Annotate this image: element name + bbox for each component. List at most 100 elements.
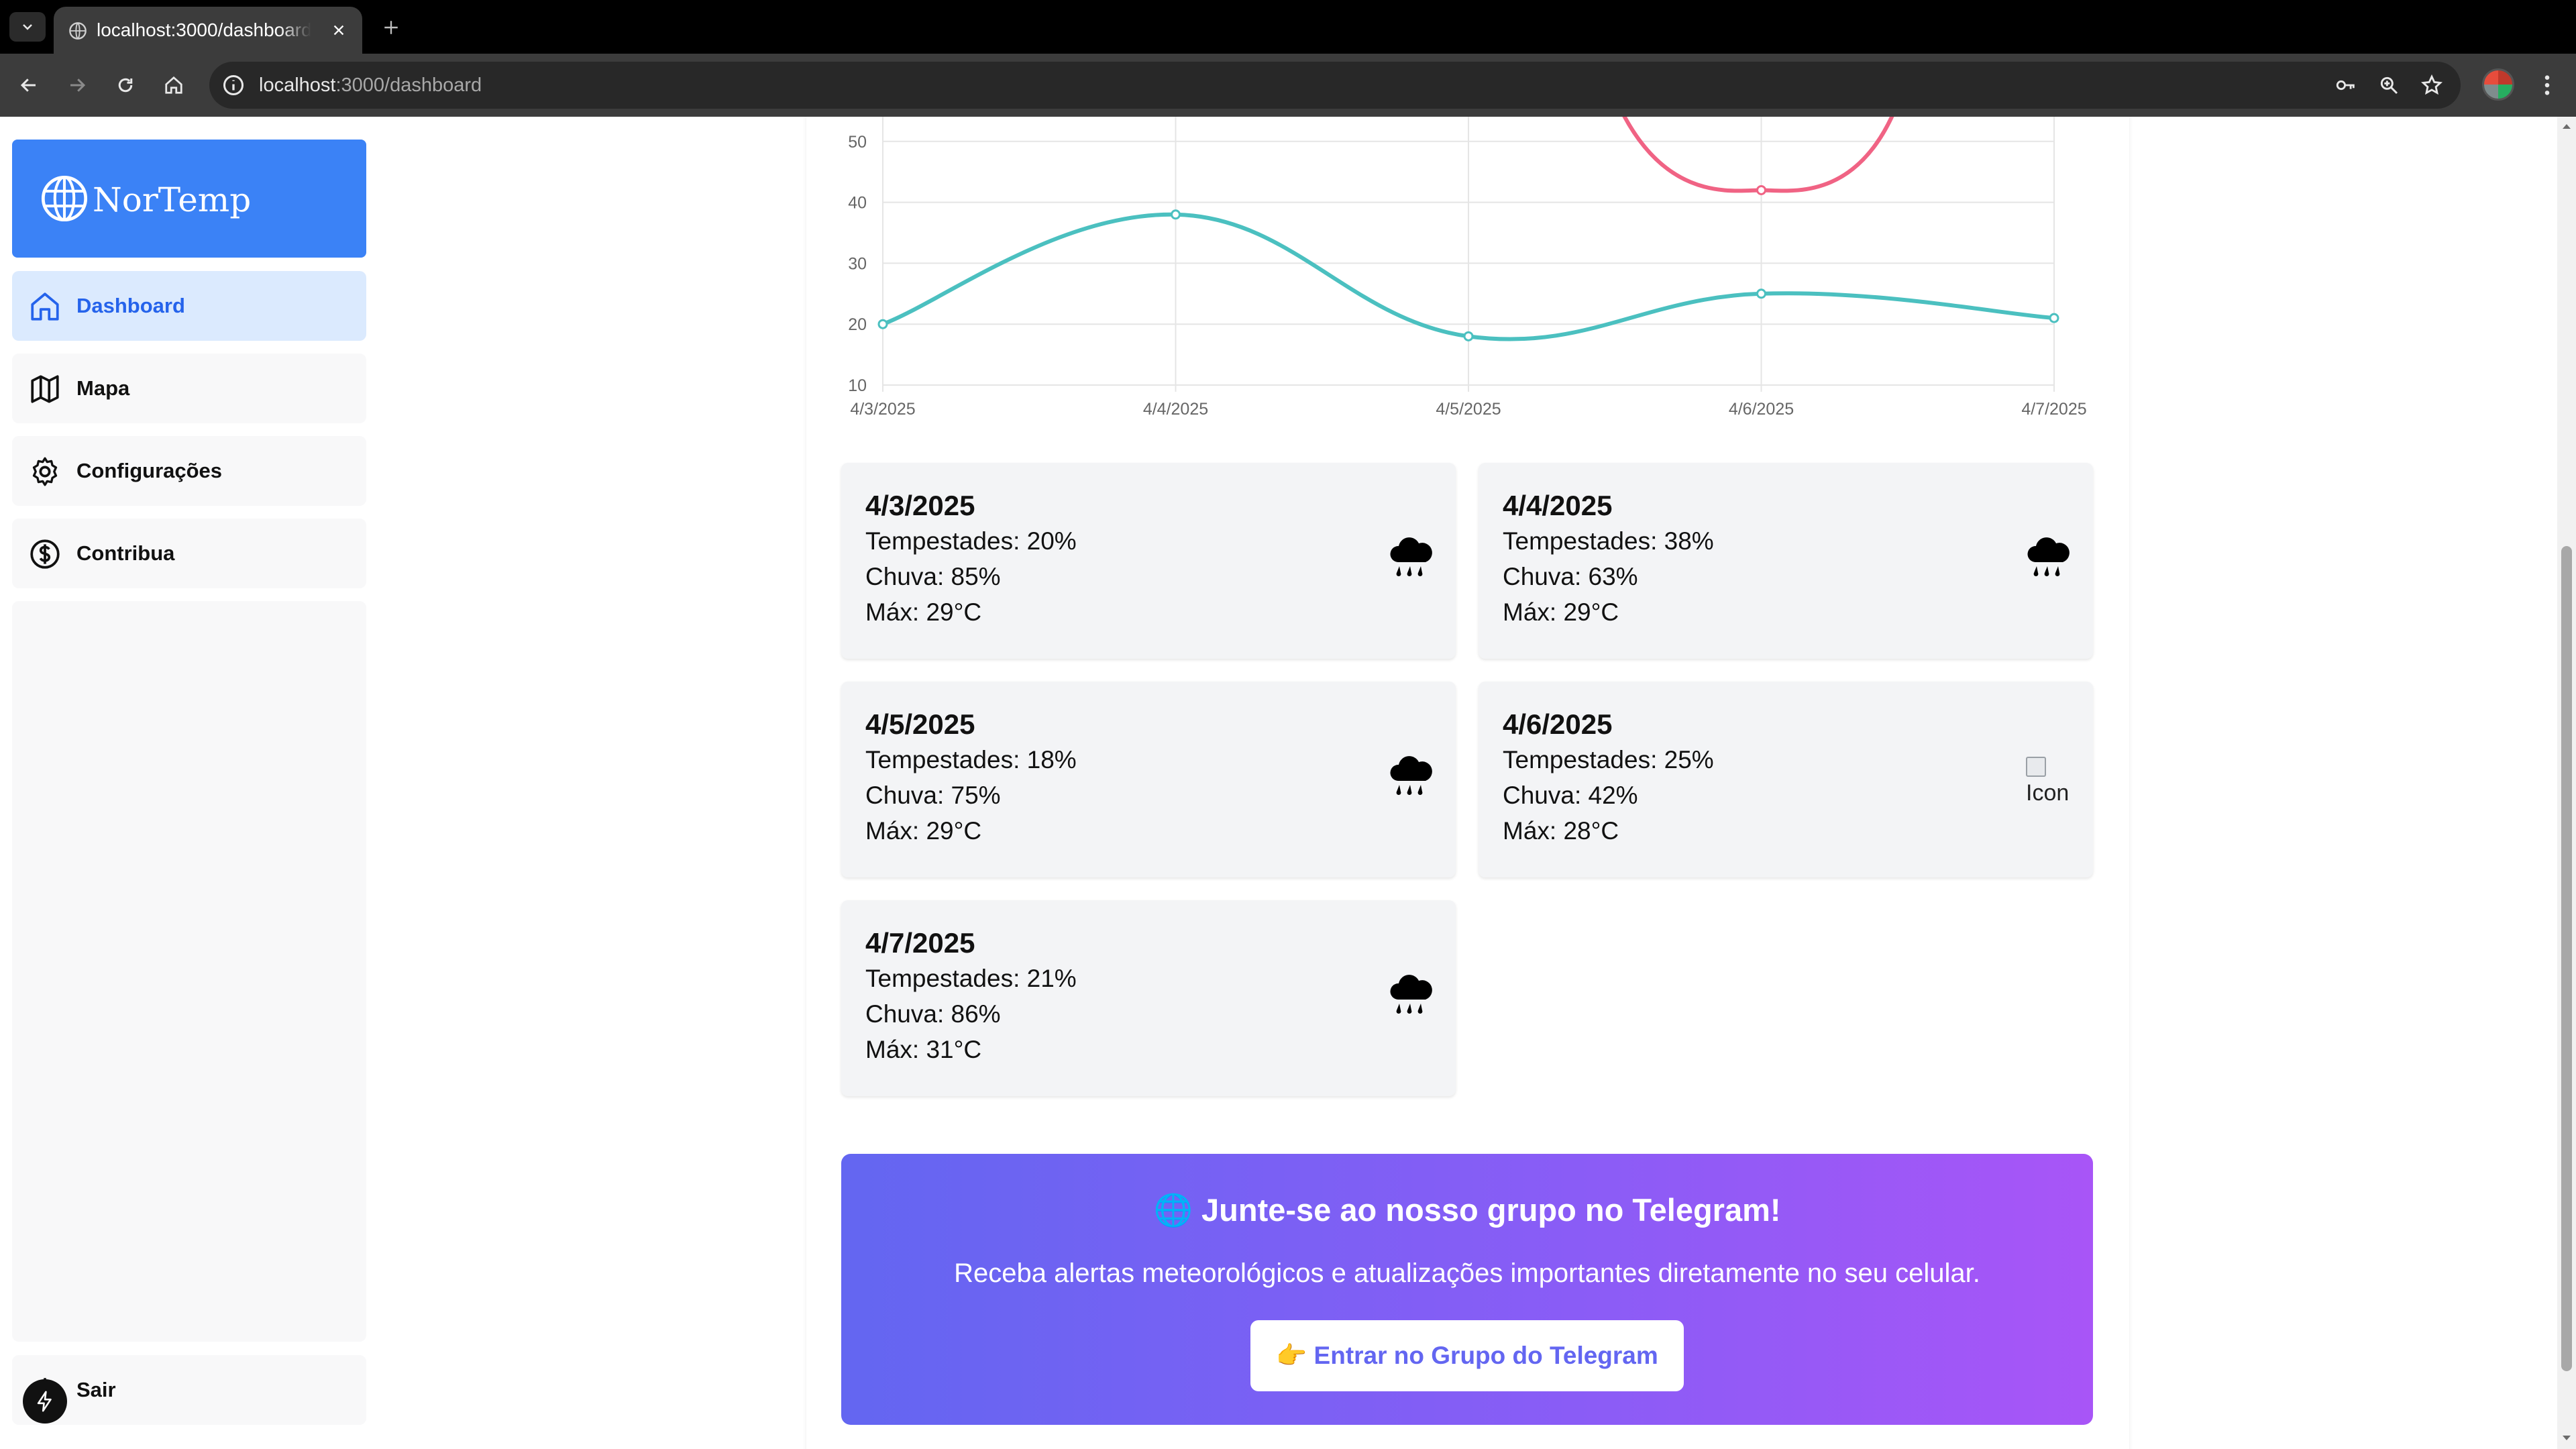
rain-cloud-icon [2027,537,2070,576]
forecast-rain: Chuva: 75% [865,782,1001,809]
x-tick-label: 4/7/2025 [2021,400,2086,419]
forecast-date: 4/5/2025 [865,708,975,740]
browser-tab-bar: localhost:3000/dashboard [0,0,2576,54]
join-telegram-button[interactable]: 👉 Entrar no Grupo do Telegram [1250,1320,1684,1391]
forecast-date: 4/4/2025 [1503,490,1613,521]
forecast-max-temp: Máx: 31°C [865,1036,982,1063]
forecast-rain: Chuva: 86% [865,1000,1001,1028]
x-tick-label: 4/4/2025 [1143,400,1208,419]
telegram-subtitle: Receba alertas meteorológicos e atualiza… [954,1258,1980,1288]
series-point-pink [1756,184,1766,195]
lightning-icon [37,1391,52,1412]
forecast-card: 4/4/2025 Tempestades: 38% Chuva: 63% Máx… [1479,463,2093,659]
new-tab-icon[interactable] [377,13,405,42]
forecast-storms: Tempestades: 20% [865,527,1077,555]
globe-icon [69,22,87,40]
forecast-max-temp: Máx: 29°C [1503,598,1619,626]
chevron-down-icon [23,24,32,30]
image-alt-text: Icon [2026,780,2070,806]
telegram-title: 🌐 Junte-se ao nosso grupo no Telegram! [1153,1192,1781,1228]
forecast-max-temp: Máx: 29°C [865,598,982,626]
logout-button[interactable]: Sair [12,1355,366,1425]
x-tick-label: 4/5/2025 [1436,400,1501,419]
y-tick-label: 20 [848,315,867,334]
y-tick-label: 10 [848,376,867,395]
forecast-storms: Tempestades: 25% [1503,746,1714,773]
y-tick-label: 50 [848,133,867,152]
sidebar-item-label: Dashboard [76,294,185,317]
bookmark-star-icon[interactable] [2419,72,2445,98]
sidebar-item-label: Mapa [76,376,130,400]
forecast-line-chart: 10 20 30 40 50 4/3/2025 4/4/2025 4/5/2025 4/6/20… [848,117,2087,419]
scroll-up-icon[interactable] [2561,121,2572,131]
url-host: localhost [259,74,336,96]
sidebar-item-contribua[interactable]: Contribua [12,519,366,588]
sidebar-item-label: Configurações [76,459,223,482]
forecast-card: 4/5/2025 Tempestades: 18% Chuva: 75% Máx… [841,682,1456,877]
scroll-down-icon[interactable] [2561,1433,2572,1444]
forecast-card: 4/3/2025 Tempestades: 20% Chuva: 85% Máx… [841,463,1456,659]
logout-label: Sair [76,1378,116,1401]
forecast-rain: Chuva: 42% [1503,782,1638,809]
brand-logo[interactable]: NorTemp [12,140,366,258]
rain-cloud-icon [1390,975,1432,1014]
series-point-teal [1756,288,1766,299]
telegram-banner: 🌐 Junte-se ao nosso grupo no Telegram! R… [841,1154,2093,1425]
y-tick-label: 40 [848,194,867,213]
rain-cloud-icon [1390,756,1432,795]
forecast-max-temp: Máx: 28°C [1503,817,1619,845]
rain-cloud-icon [1390,537,1432,576]
sidebar-item-dashboard[interactable]: Dashboard [12,271,366,341]
series-point-teal [877,319,888,329]
password-key-icon[interactable] [2333,72,2359,98]
page-viewport: NorTemp Dashboard Mapa Configurações Con… [0,117,2576,1449]
dollar-circle-icon [30,539,60,569]
page-scrollbar[interactable] [2557,117,2576,1449]
series-point-teal [2049,313,2059,323]
url-text[interactable]: localhost:3000/dashboard [259,73,482,97]
reload-icon[interactable] [109,68,142,102]
browser-tab[interactable]: localhost:3000/dashboard [54,7,362,54]
x-tick-label: 4/3/2025 [850,400,915,419]
tab-title: localhost:3000/dashboard [97,19,311,40]
profile-avatar[interactable] [2482,68,2514,101]
sidebar-spacer [12,601,366,1342]
series-point-teal [1463,331,1474,341]
sidebar-item-mapa[interactable]: Mapa [12,354,366,423]
back-icon[interactable] [12,68,46,102]
map-icon [31,375,59,403]
gear-icon [32,457,58,486]
zoom-icon[interactable] [2376,72,2402,98]
scrollbar-thumb[interactable] [2561,546,2572,1371]
home-browser-icon[interactable] [157,68,191,102]
forecast-max-temp: Máx: 29°C [865,817,982,845]
dev-tools-badge[interactable] [23,1379,67,1424]
forecast-date: 4/7/2025 [865,927,975,959]
browser-menu-icon[interactable] [2530,68,2564,102]
forward-icon[interactable] [60,68,94,102]
series-line-pink [1622,117,1894,193]
forecast-storms: Tempestades: 38% [1503,527,1714,555]
forecast-card: 4/6/2025 Tempestades: 25% Chuva: 42% Máx… [1479,682,2093,877]
sidebar-item-label: Contribua [76,541,175,565]
close-tab-icon[interactable] [329,20,349,40]
site-info-icon[interactable] [221,73,246,97]
series-point-teal [1171,209,1181,220]
forecast-rain: Chuva: 63% [1503,563,1638,590]
brand-name: NorTemp [93,180,252,219]
tab-search-button[interactable] [9,12,46,42]
broken-image-icon: Icon [2026,757,2080,805]
browser-toolbar: localhost:3000/dashboard [0,54,2576,117]
url-path: :3000/dashboard [335,74,482,96]
address-bar[interactable]: localhost:3000/dashboard [209,62,2461,109]
y-tick-label: 30 [848,254,867,273]
forecast-date: 4/6/2025 [1503,708,1613,740]
globe-logo-icon [41,175,88,222]
forecast-storms: Tempestades: 21% [865,965,1077,992]
home-icon [31,292,59,321]
forecast-storms: Tempestades: 18% [865,746,1077,773]
forecast-rain: Chuva: 85% [865,563,1001,590]
sidebar-item-configuracoes[interactable]: Configurações [12,436,366,506]
x-tick-label: 4/6/2025 [1729,400,1794,419]
forecast-date: 4/3/2025 [865,490,975,521]
